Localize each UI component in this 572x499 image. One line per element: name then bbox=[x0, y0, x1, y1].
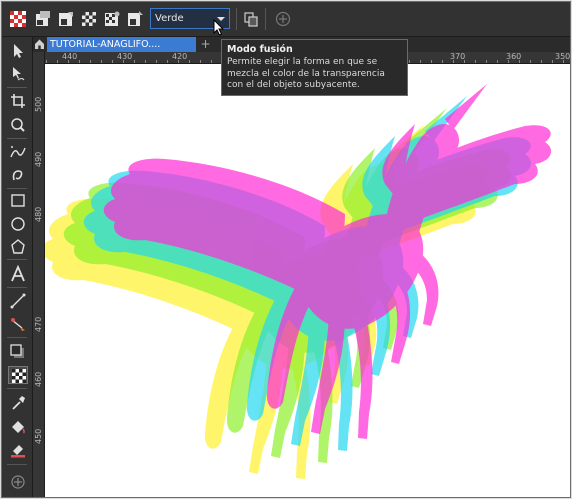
toolbox-divider bbox=[7, 87, 27, 88]
ruler-label: 470 bbox=[34, 316, 43, 332]
add-tool-icon[interactable] bbox=[8, 473, 28, 491]
shape-tool-icon[interactable] bbox=[8, 65, 28, 83]
toolbox-divider bbox=[7, 388, 27, 389]
ruler-tick bbox=[508, 60, 509, 63]
ruler-tick bbox=[167, 60, 168, 63]
connector-tool-icon[interactable] bbox=[8, 315, 28, 333]
ruler-label: 480 bbox=[34, 206, 43, 222]
copy-transparency-icon[interactable] bbox=[34, 10, 52, 28]
document-tab[interactable]: TUTORIAL-ANAGLIFO.... bbox=[47, 37, 196, 52]
ruler-tick bbox=[497, 60, 498, 63]
ruler-tick bbox=[464, 60, 465, 63]
ruler-tick bbox=[79, 60, 80, 63]
polygon-tool-icon[interactable] bbox=[8, 238, 28, 256]
ruler-tick bbox=[101, 60, 102, 63]
ruler-tick bbox=[486, 60, 487, 63]
smart-fill-tool-icon[interactable] bbox=[8, 441, 28, 459]
add-icon[interactable] bbox=[274, 10, 292, 28]
toolbox-divider bbox=[7, 464, 27, 465]
transparency-checker-icon[interactable] bbox=[9, 10, 27, 28]
ruler-label: 500 bbox=[34, 96, 43, 112]
ruler-tick bbox=[178, 60, 179, 63]
ruler-label: 420 bbox=[172, 52, 188, 61]
pick-tool-icon[interactable] bbox=[8, 42, 28, 60]
apply-to-object-icon[interactable] bbox=[126, 10, 144, 28]
dimension-tool-icon[interactable] bbox=[8, 292, 28, 310]
tooltip-title: Modo fusión bbox=[227, 44, 293, 55]
ruler-tick bbox=[563, 60, 564, 63]
ruler-tick bbox=[123, 60, 124, 63]
transparency-tool-icon[interactable] bbox=[8, 366, 28, 384]
ruler-tick bbox=[46, 60, 47, 63]
ruler-label: 460 bbox=[34, 371, 43, 387]
ruler-tick bbox=[475, 60, 476, 63]
fill-tool-icon[interactable] bbox=[8, 418, 28, 436]
transparency-pattern-icon[interactable] bbox=[80, 10, 98, 28]
edit-transparency-icon[interactable] bbox=[57, 10, 75, 28]
eyedropper-tool-icon[interactable] bbox=[8, 394, 28, 412]
ruler-tick bbox=[112, 60, 113, 63]
ruler-tick bbox=[530, 60, 531, 63]
toolbar-divider bbox=[236, 8, 237, 30]
toolbox-divider bbox=[7, 259, 27, 260]
toolbar-divider bbox=[265, 8, 266, 30]
toolbox-divider bbox=[7, 188, 27, 189]
ruler-tick bbox=[541, 60, 542, 63]
ruler-tick bbox=[145, 60, 146, 63]
ruler-tick bbox=[409, 60, 410, 63]
new-tab-button[interactable]: + bbox=[200, 38, 211, 50]
text-tool-icon[interactable] bbox=[8, 265, 28, 283]
drop-shadow-tool-icon[interactable] bbox=[8, 342, 28, 360]
ruler-tick bbox=[519, 60, 520, 63]
ruler-tick bbox=[134, 60, 135, 63]
tooltip-body: Permite elegir la forma en que se mezcla… bbox=[227, 57, 385, 90]
ruler-tick bbox=[211, 60, 212, 63]
ruler-label: 490 bbox=[34, 151, 43, 167]
artistic-media-icon[interactable] bbox=[8, 166, 28, 184]
zoom-tool-icon[interactable] bbox=[8, 116, 28, 134]
copy-properties-icon[interactable] bbox=[242, 10, 260, 28]
ellipse-tool-icon[interactable] bbox=[8, 215, 28, 233]
mouse-cursor-icon bbox=[213, 19, 225, 36]
crop-tool-icon[interactable] bbox=[8, 92, 28, 110]
toolbox-divider bbox=[7, 138, 27, 139]
toolbox bbox=[2, 37, 33, 497]
ruler-label: 440 bbox=[62, 52, 78, 61]
drawing-canvas[interactable] bbox=[45, 64, 570, 497]
rectangle-tool-icon[interactable] bbox=[8, 192, 28, 210]
toolbox-divider bbox=[7, 287, 27, 288]
ruler-tick bbox=[442, 60, 443, 63]
application-window: Verde Modo fusión Permite elegir la form… bbox=[1, 1, 571, 498]
ruler-tick bbox=[200, 60, 201, 63]
ruler-tick bbox=[156, 60, 157, 63]
ruler-label: 450 bbox=[34, 428, 43, 444]
ruler-tick bbox=[189, 60, 190, 63]
ruler-tick bbox=[90, 60, 91, 63]
ruler-label: 430 bbox=[117, 52, 133, 61]
freehand-tool-icon[interactable] bbox=[8, 143, 28, 161]
ruler-tick bbox=[453, 60, 454, 63]
freeze-transparency-icon[interactable] bbox=[103, 10, 121, 28]
ruler-tick bbox=[431, 60, 432, 63]
vertical-ruler[interactable]: 500 490 480 470 460 450 bbox=[33, 52, 45, 497]
ruler-tick bbox=[57, 60, 58, 63]
ruler-tick bbox=[420, 60, 421, 63]
blend-mode-value: Verde bbox=[155, 13, 184, 24]
toolbox-divider bbox=[7, 337, 27, 338]
ruler-tick bbox=[68, 60, 69, 63]
property-bar: Verde bbox=[2, 2, 570, 37]
tooltip: Modo fusión Permite elegir la forma en q… bbox=[221, 39, 408, 96]
home-icon[interactable] bbox=[34, 38, 45, 50]
ruler-tick bbox=[552, 60, 553, 63]
anaglyph-pegasus-image bbox=[45, 84, 552, 479]
